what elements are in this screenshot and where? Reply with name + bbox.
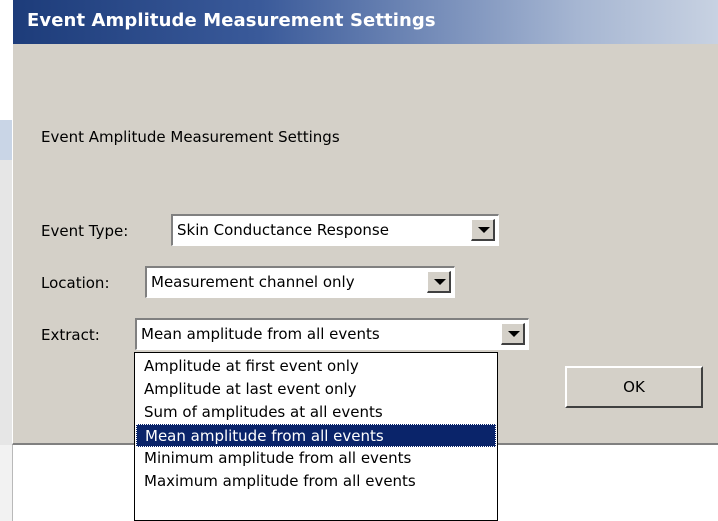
extract-value: Mean amplitude from all events <box>141 325 380 343</box>
location-combo[interactable]: Measurement channel only <box>145 266 455 298</box>
dialog-heading: Event Amplitude Measurement Settings <box>41 128 340 146</box>
location-label: Location: <box>41 274 110 292</box>
dialog-titlebar[interactable]: Event Amplitude Measurement Settings <box>13 0 718 44</box>
ok-button[interactable]: OK <box>565 366 703 408</box>
extract-label: Extract: <box>41 326 100 344</box>
chevron-down-icon[interactable] <box>471 219 495 241</box>
location-value: Measurement channel only <box>151 273 355 291</box>
list-item-selected[interactable]: Mean amplitude from all events <box>136 424 496 447</box>
event-type-combo[interactable]: Skin Conductance Response <box>171 214 499 246</box>
background-desktop <box>0 445 12 521</box>
list-item[interactable]: Maximum amplitude from all events <box>136 470 496 493</box>
event-type-label: Event Type: <box>41 222 129 240</box>
chevron-down-icon[interactable] <box>427 271 451 293</box>
list-item[interactable]: Minimum amplitude from all events <box>136 447 496 470</box>
chevron-down-icon[interactable] <box>501 323 525 345</box>
extract-combo[interactable]: Mean amplitude from all events <box>135 318 529 350</box>
list-item[interactable]: Sum of amplitudes at all events <box>136 401 496 424</box>
list-item[interactable]: Amplitude at last event only <box>136 378 496 401</box>
dialog-title: Event Amplitude Measurement Settings <box>27 10 436 31</box>
background-window-titlebar <box>0 120 12 160</box>
list-item[interactable]: Amplitude at first event only <box>136 355 496 378</box>
extract-dropdown-list[interactable]: Amplitude at first event only Amplitude … <box>134 352 498 521</box>
event-type-value: Skin Conductance Response <box>177 221 389 239</box>
